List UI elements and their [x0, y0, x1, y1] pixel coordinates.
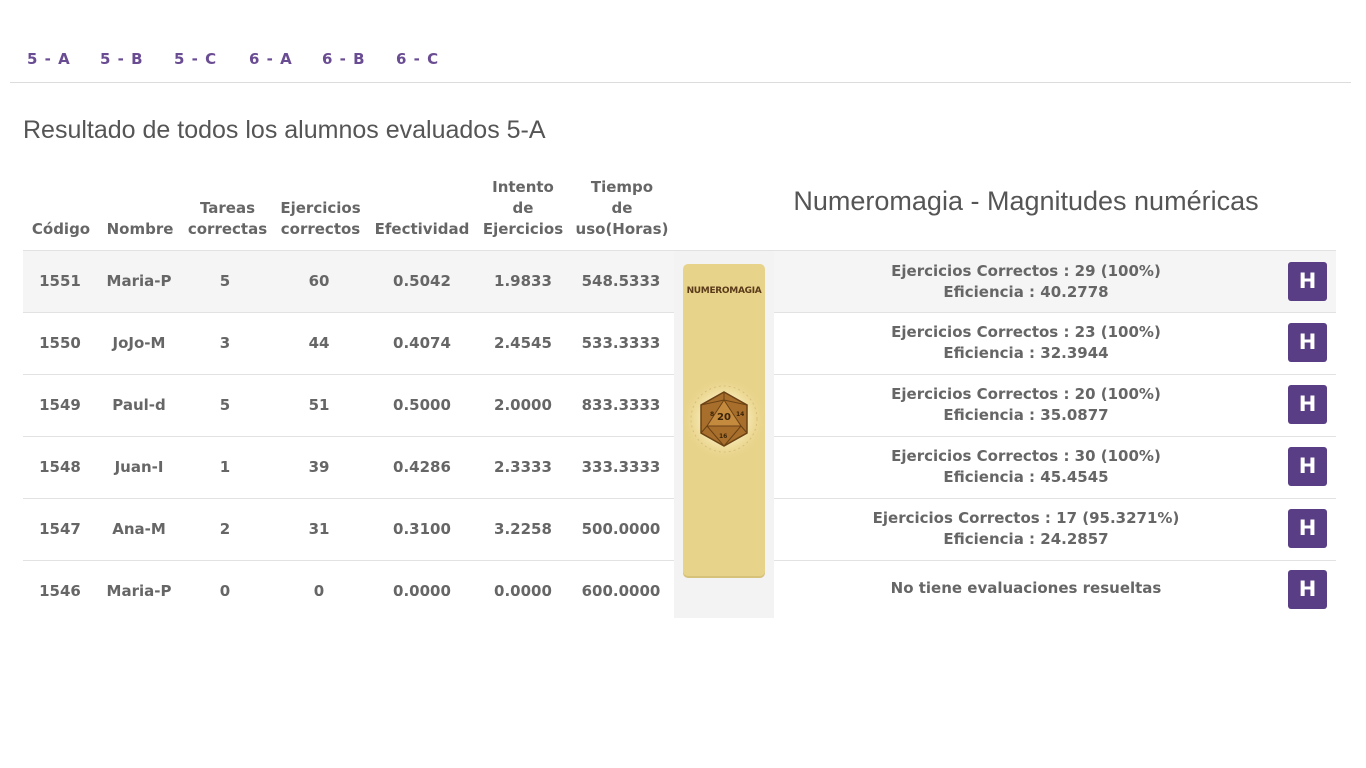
grade-tabs: 5 - A 5 - B 5 - C 6 - A 6 - B 6 - C: [10, 38, 1351, 83]
game-logo: NUMEROMAGIA: [686, 286, 762, 296]
cell-ejercicios: 51: [308, 396, 330, 414]
cell-nombre: Paul-d: [112, 396, 166, 414]
game-result: Ejercicios Correctos : 23 (100%) Eficien…: [891, 323, 1161, 362]
cell-tareas: 2: [219, 520, 231, 538]
tab-6-a[interactable]: 6 - A: [249, 50, 293, 68]
cell-tareas: 0: [219, 582, 231, 600]
cell-nombre: JoJo-M: [112, 334, 166, 352]
header-tiempo-de-uso: Tiempo de uso(Horas): [575, 178, 669, 238]
header-codigo: Código: [31, 220, 91, 238]
cell-tiempo: 333.3333: [581, 458, 661, 476]
history-button[interactable]: H: [1288, 509, 1327, 548]
cell-efectividad: 0.5000: [393, 396, 451, 414]
cell-intento: 3.2258: [494, 520, 552, 538]
tab-5-b[interactable]: 5 - B: [100, 50, 144, 68]
svg-text:14: 14: [736, 411, 744, 418]
game-image-column: NUMEROMAGIA 20 8 14 16: [674, 251, 774, 618]
game-cover-image: NUMEROMAGIA 20 8 14 16: [682, 264, 766, 576]
cell-efectividad: 0.3100: [393, 520, 451, 538]
cell-ejercicios: 0: [313, 582, 325, 600]
cell-intento: 1.9833: [494, 272, 552, 290]
cell-tiempo: 533.3333: [581, 334, 661, 352]
cell-codigo: 1550: [39, 334, 81, 352]
cell-tareas: 3: [219, 334, 231, 352]
cell-ejercicios: 39: [308, 458, 330, 476]
header-nombre: Nombre: [106, 220, 174, 238]
cell-nombre: Maria-P: [106, 272, 172, 290]
game-result: Ejercicios Correctos : 17 (95.3271%) Efi…: [872, 509, 1180, 548]
header-tareas-correctas: Tareas correctas: [187, 199, 268, 238]
cell-tareas: 1: [219, 458, 231, 476]
cell-tiempo: 548.5333: [581, 272, 661, 290]
cell-efectividad: 0.0000: [393, 582, 451, 600]
cell-codigo: 1546: [39, 582, 81, 600]
cell-efectividad: 0.5042: [393, 272, 451, 290]
history-button[interactable]: H: [1288, 323, 1327, 362]
cell-tareas: 5: [219, 396, 231, 414]
tab-6-b[interactable]: 6 - B: [322, 50, 366, 68]
game-result-empty: No tiene evaluaciones resueltas: [890, 579, 1162, 597]
cell-efectividad: 0.4074: [393, 334, 451, 352]
game-title: Numeromagia - Magnitudes numéricas: [793, 186, 1259, 216]
cell-codigo: 1551: [39, 272, 81, 290]
history-button[interactable]: H: [1288, 447, 1327, 486]
cell-tiempo: 833.3333: [581, 396, 661, 414]
game-result: Ejercicios Correctos : 29 (100%) Eficien…: [891, 262, 1161, 301]
tab-5-a[interactable]: 5 - A: [27, 50, 71, 68]
header-ejercicios-correctos: Ejercicios correctos: [280, 199, 361, 238]
cell-nombre: Juan-I: [114, 458, 164, 476]
cell-intento: 2.4545: [494, 334, 552, 352]
cell-codigo: 1549: [39, 396, 81, 414]
d20-dice-icon: 20 8 14 16: [682, 377, 766, 461]
header-efectividad: Efectividad: [374, 220, 470, 238]
cell-ejercicios: 44: [308, 334, 330, 352]
cell-efectividad: 0.4286: [393, 458, 451, 476]
cell-tiempo: 600.0000: [581, 582, 661, 600]
tab-6-c[interactable]: 6 - C: [396, 50, 439, 68]
cell-tareas: 5: [219, 272, 231, 290]
history-button[interactable]: H: [1288, 262, 1327, 301]
cell-tiempo: 500.0000: [581, 520, 661, 538]
history-button[interactable]: H: [1288, 570, 1327, 609]
header-intento-de-ejercicios: Intento de Ejercicios: [482, 178, 564, 238]
history-button[interactable]: H: [1288, 385, 1327, 424]
cell-codigo: 1547: [39, 520, 81, 538]
cell-nombre: Maria-P: [106, 582, 172, 600]
cell-intento: 2.3333: [494, 458, 552, 476]
svg-text:8: 8: [710, 411, 714, 418]
cell-intento: 0.0000: [494, 582, 552, 600]
table-header: Código Nombre Tareas correctas Ejercicio…: [23, 170, 675, 250]
page-title: Resultado de todos los alumnos evaluados…: [23, 116, 546, 144]
cell-ejercicios: 31: [308, 520, 330, 538]
cell-intento: 2.0000: [494, 396, 552, 414]
svg-text:20: 20: [717, 412, 731, 423]
game-result: Ejercicios Correctos : 30 (100%) Eficien…: [891, 447, 1161, 486]
cell-codigo: 1548: [39, 458, 81, 476]
tab-5-c[interactable]: 5 - C: [174, 50, 217, 68]
cell-ejercicios: 60: [308, 272, 330, 290]
svg-text:16: 16: [719, 433, 727, 440]
game-result: Ejercicios Correctos : 20 (100%) Eficien…: [891, 385, 1161, 424]
cell-nombre: Ana-M: [112, 520, 166, 538]
